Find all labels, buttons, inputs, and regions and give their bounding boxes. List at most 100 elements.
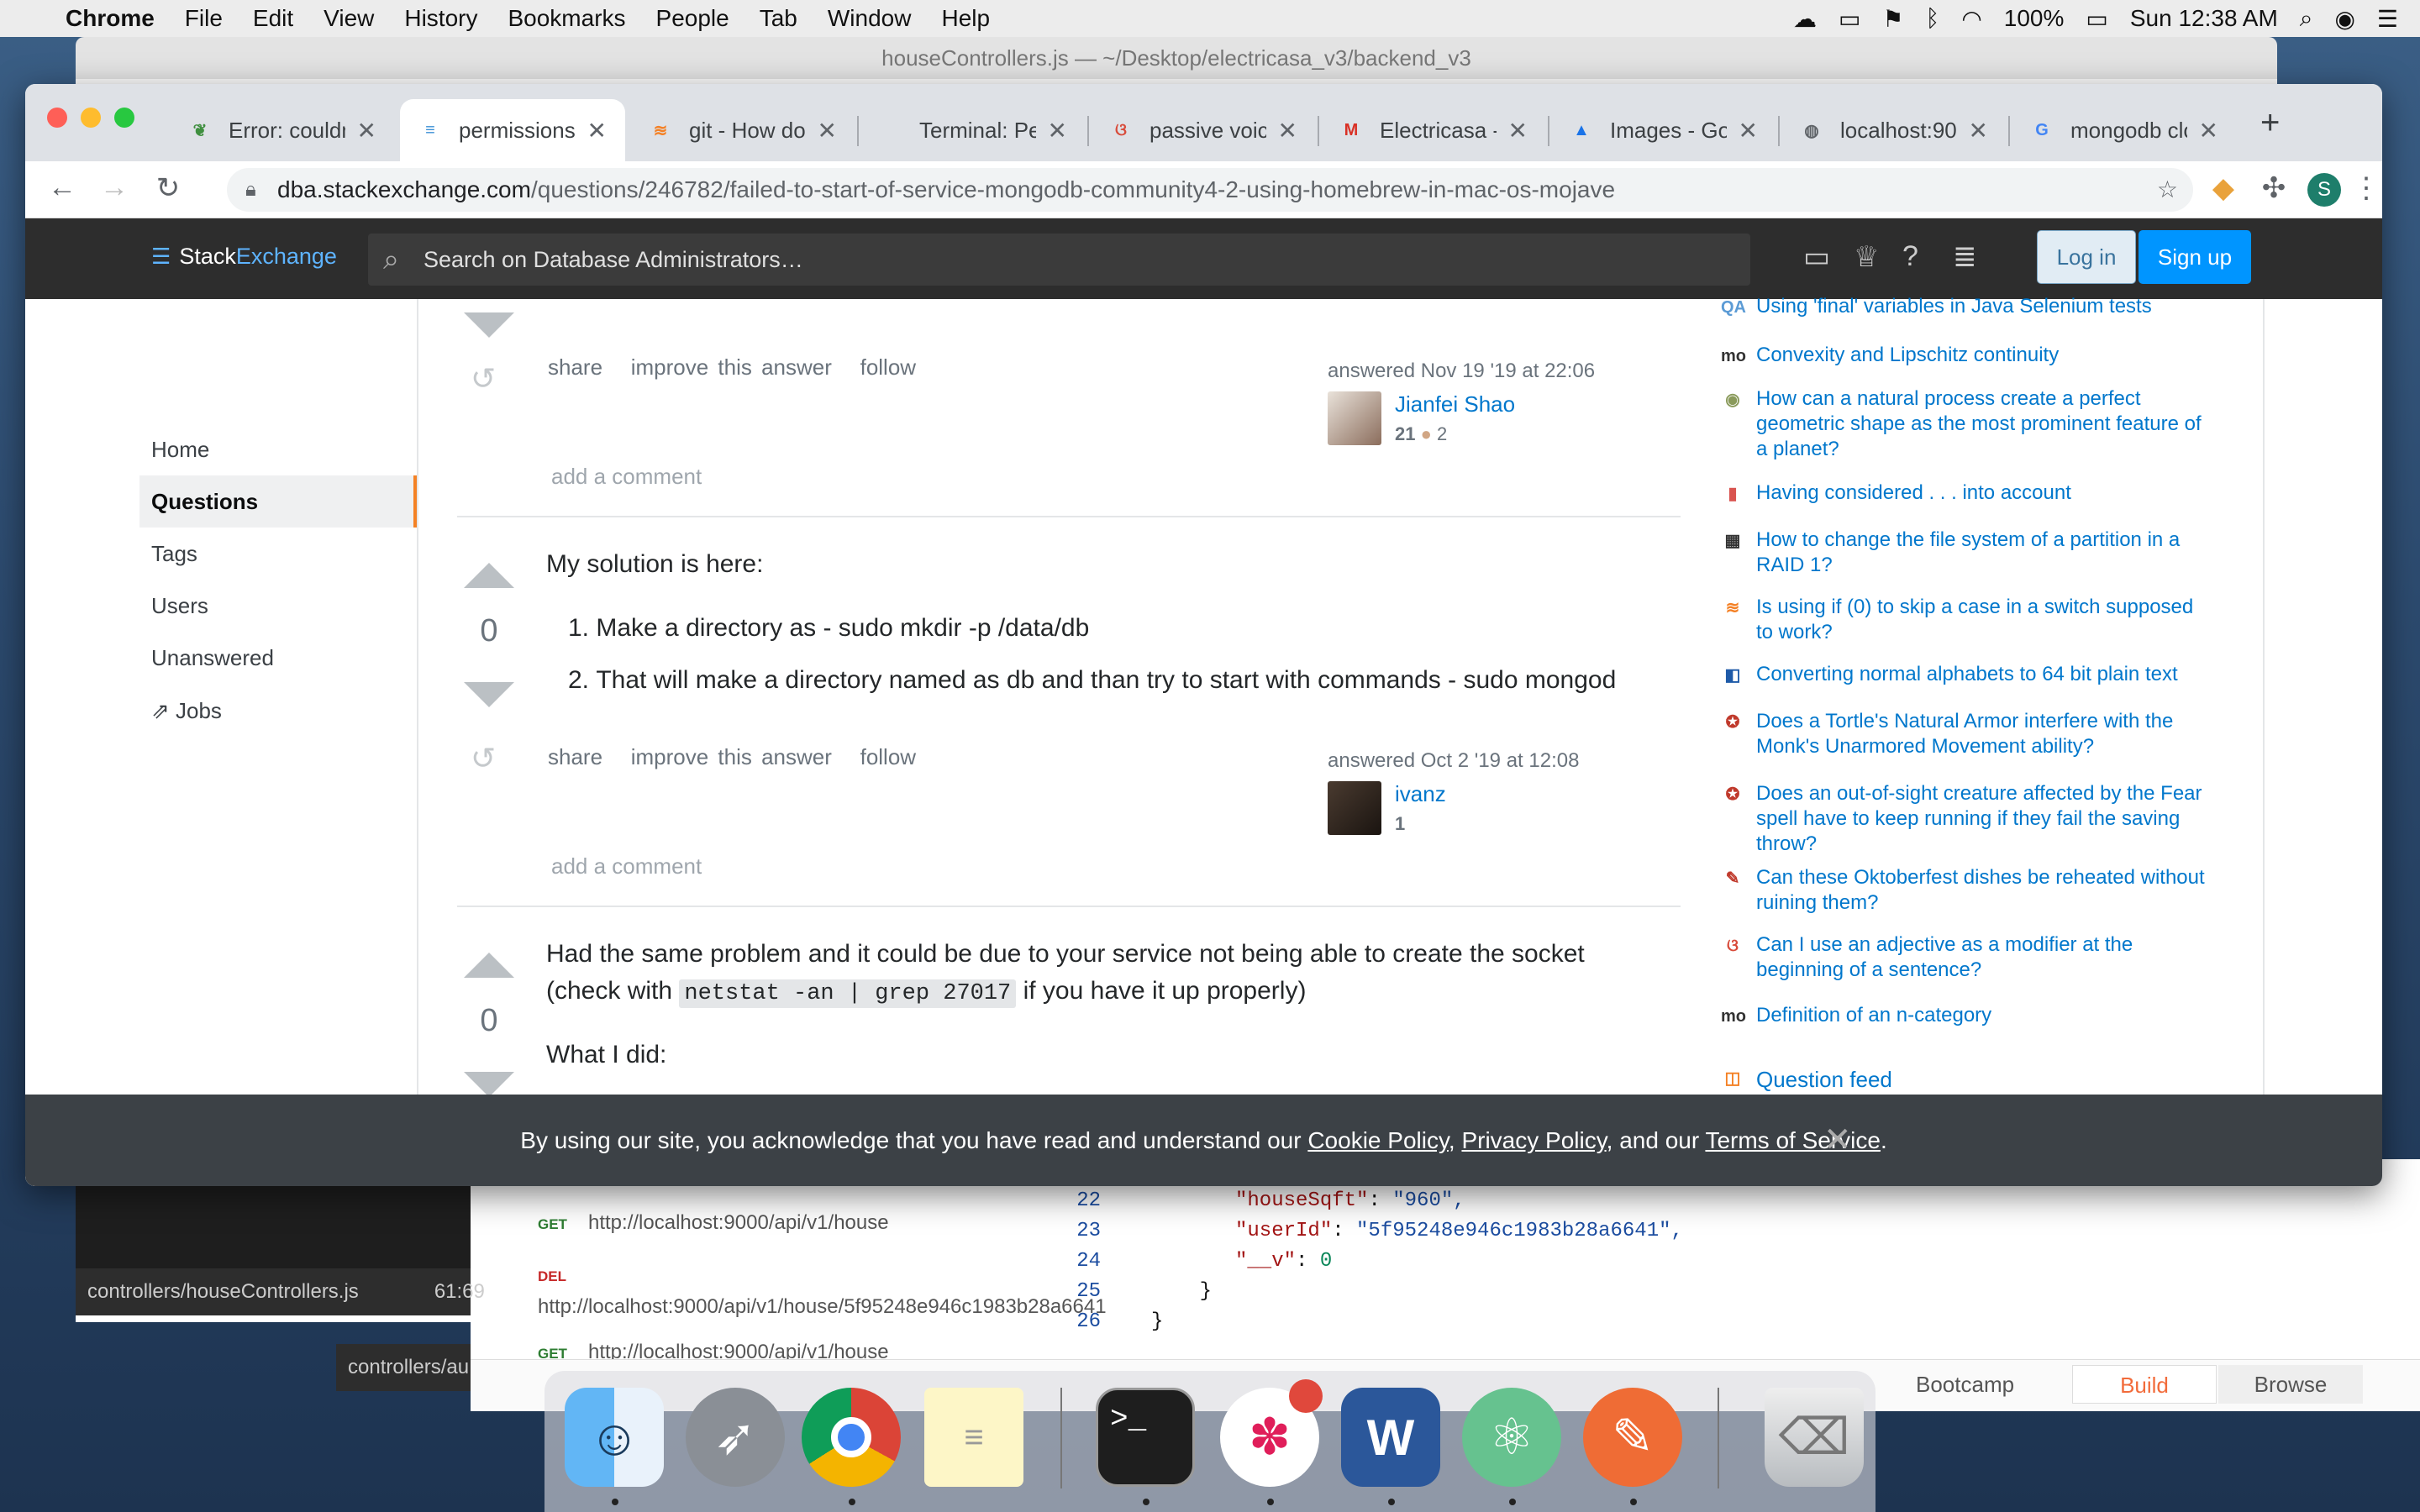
request-item[interactable]: GET http://localhost:9000/api/v1/house — [538, 1341, 889, 1359]
chrome-icon[interactable] — [802, 1388, 901, 1487]
downvote-button[interactable] — [464, 312, 514, 338]
hot-question-link[interactable]: How to change the file system of a parti… — [1756, 528, 2210, 578]
tab-item[interactable]: ❦ Error: couldn ✕ — [170, 99, 395, 161]
status-file[interactable]: controllers/houseControllers.js — [87, 1280, 359, 1304]
signup-button[interactable]: Sign up — [2139, 230, 2251, 284]
history-icon[interactable]: ↺ — [471, 361, 496, 396]
follow-link[interactable]: follow — [860, 354, 916, 380]
upvote-button[interactable] — [464, 953, 514, 978]
airplay-icon[interactable]: ▭ — [1839, 5, 1860, 33]
question-feed-link[interactable]: Question feed — [1756, 1067, 2210, 1092]
terminal-icon[interactable]: >_ — [1096, 1388, 1195, 1487]
browse-tab[interactable]: Browse — [2218, 1365, 2363, 1404]
menu-history[interactable]: History — [389, 5, 492, 32]
build-tab[interactable]: Build — [2072, 1365, 2217, 1404]
terms-link[interactable]: Terms of Service — [1705, 1127, 1881, 1153]
tab-item[interactable]: M Electricasa - ✕ — [1321, 99, 1546, 161]
inbox-icon[interactable]: ▭ — [1803, 240, 1830, 274]
stackexchange-logo[interactable]: ☰ StackExchange — [151, 244, 337, 270]
tab-close-icon[interactable]: ✕ — [818, 117, 837, 144]
menu-people[interactable]: People — [641, 5, 744, 32]
tab-close-icon[interactable]: ✕ — [1508, 117, 1528, 144]
search-input[interactable]: ⌕ Search on Database Administrators… — [368, 234, 1750, 286]
forward-icon[interactable]: → — [96, 171, 133, 204]
wifi-icon[interactable]: ◠ — [1961, 5, 1981, 33]
achievements-icon[interactable]: ♕ — [1854, 240, 1879, 274]
menu-app[interactable]: Chrome — [50, 5, 170, 32]
nav-questions[interactable]: Questions — [139, 475, 418, 528]
extension-icon[interactable]: ◆ — [2205, 171, 2242, 205]
add-comment-link[interactable]: add a comment — [551, 464, 702, 490]
downvote-button[interactable] — [464, 682, 514, 707]
url-input[interactable]: 🔒︎ dba.stackexchange.com/questions/24678… — [227, 168, 2193, 212]
share-link[interactable]: share — [548, 354, 602, 380]
extensions-puzzle-icon[interactable]: ✣ — [2255, 171, 2292, 205]
flag-icon[interactable]: ⚑ — [1882, 5, 1903, 33]
improve-link[interactable]: improve this answer — [631, 744, 832, 769]
hot-question-link[interactable]: Is using if (0) to skip a case in a swit… — [1756, 595, 2210, 645]
finder-icon[interactable]: ☺ — [565, 1388, 664, 1487]
request-item[interactable]: GET http://localhost:9000/api/v1/house — [538, 1211, 889, 1235]
tab-item[interactable]: ≋ git - How do ✕ — [630, 99, 855, 161]
site-switcher-icon[interactable]: ≣ — [1953, 240, 1977, 274]
lock-icon[interactable]: 🔒︎ — [245, 168, 256, 212]
help-icon[interactable]: ? — [1902, 240, 1918, 273]
new-tab-button[interactable]: + — [2260, 104, 2280, 142]
trash-icon[interactable]: ⌫ — [1765, 1388, 1864, 1487]
menu-file[interactable]: File — [170, 5, 238, 32]
cookie-policy-link[interactable]: Cookie Policy — [1307, 1127, 1449, 1153]
tab-close-icon[interactable]: ✕ — [1739, 117, 1758, 144]
tab-close-icon[interactable]: ✕ — [1278, 117, 1297, 144]
notes-icon[interactable]: ≡ — [924, 1388, 1023, 1487]
close-window-button[interactable] — [47, 108, 67, 128]
bookmark-star-icon[interactable]: ☆ — [2157, 168, 2178, 212]
workspace-label[interactable]: Bootcamp — [1916, 1372, 2014, 1398]
nav-jobs[interactable]: ⇗ Jobs — [151, 698, 222, 724]
menu-window[interactable]: Window — [813, 5, 927, 32]
hot-question-link[interactable]: Does a Tortle's Natural Armor interfere … — [1756, 709, 2210, 759]
close-icon[interactable]: ✕ — [1823, 1095, 1852, 1186]
hot-question-link[interactable]: Can these Oktoberfest dishes be reheated… — [1756, 865, 2210, 916]
user-name[interactable]: ivanz — [1395, 781, 1446, 807]
battery-percent[interactable]: 100% — [2004, 5, 2065, 32]
menu-bookmarks[interactable]: Bookmarks — [492, 5, 640, 32]
editor-statusbar-2[interactable]: controllers/au — [336, 1344, 471, 1391]
hot-question-link[interactable]: Convexity and Lipschitz continuity — [1756, 343, 2210, 368]
hot-question-link[interactable]: Using 'final' variables in Java Selenium… — [1756, 294, 2210, 319]
word-icon[interactable]: W — [1341, 1388, 1440, 1487]
tab-item[interactable]: ▲ Images - Goo ✕ — [1551, 99, 1776, 161]
postman-icon[interactable]: ✎ — [1583, 1388, 1682, 1487]
menu-edit[interactable]: Edit — [238, 5, 308, 32]
tab-close-icon[interactable]: ✕ — [2199, 117, 2218, 144]
chrome-menu-icon[interactable]: ⋮ — [2348, 171, 2382, 205]
request-item[interactable]: DEL http://localhost:9000/api/v1/house/5f… — [538, 1260, 1107, 1322]
atom-icon[interactable]: ⚛ — [1462, 1388, 1561, 1487]
tab-item[interactable]: ≡ permissions - ✕ — [400, 99, 625, 161]
upvote-button[interactable] — [464, 563, 514, 588]
improve-link[interactable]: improve this answer — [631, 354, 832, 380]
hot-question-link[interactable]: How can a natural process create a perfe… — [1756, 386, 2210, 462]
cloud-icon[interactable]: ☁ — [1793, 5, 1817, 33]
status-position[interactable]: 61:69 — [434, 1280, 485, 1304]
hot-question-link[interactable]: Having considered . . . into account — [1756, 480, 2210, 506]
reload-icon[interactable]: ↻ — [150, 171, 187, 205]
notification-center-icon[interactable]: ☰ — [2377, 5, 2398, 33]
tab-close-icon[interactable]: ✕ — [1969, 117, 1988, 144]
share-link[interactable]: share — [548, 744, 602, 769]
tab-item[interactable]: ◍ localhost:900 ✕ — [1781, 99, 2007, 161]
hot-question-link[interactable]: Can I use an adjective as a modifier at … — [1756, 932, 2210, 983]
tab-item[interactable]: Terminal: Per ✕ — [860, 99, 1086, 161]
siri-icon[interactable]: ◉ — [2334, 5, 2354, 33]
hot-question-link[interactable]: Does an out-of-sight creature affected b… — [1756, 781, 2210, 857]
history-icon[interactable]: ↺ — [471, 741, 496, 776]
zoom-window-button[interactable] — [114, 108, 134, 128]
tab-close-icon[interactable]: ✕ — [1048, 117, 1067, 144]
battery-icon[interactable]: ▭ — [2086, 5, 2107, 33]
nav-tags[interactable]: Tags — [151, 541, 197, 567]
menu-help[interactable]: Help — [926, 5, 1005, 32]
spotlight-icon[interactable]: ⌕ — [2300, 5, 2313, 33]
user-name[interactable]: Jianfei Shao — [1395, 391, 1515, 417]
menu-view[interactable]: View — [308, 5, 389, 32]
hot-question-link[interactable]: Converting normal alphabets to 64 bit pl… — [1756, 662, 2210, 687]
launchpad-icon[interactable]: ➶ — [686, 1388, 785, 1487]
